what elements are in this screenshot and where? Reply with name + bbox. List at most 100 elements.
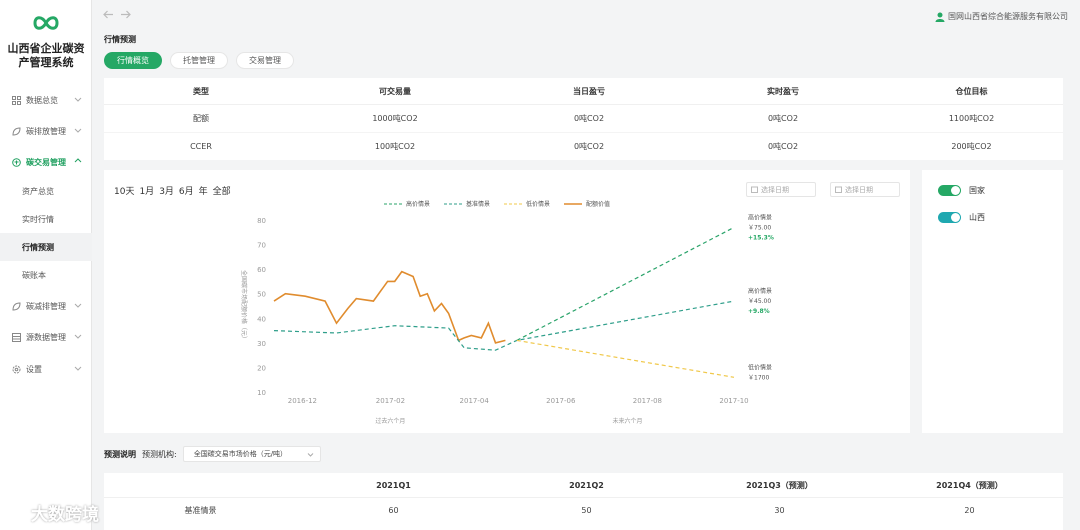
y-tick-label: 10	[257, 389, 266, 397]
sidebar-item-label: 碳减排管理	[26, 301, 66, 311]
table-cell: 0吨CO2	[767, 141, 799, 151]
annotation-price: ￥45.00	[748, 298, 771, 305]
table-header: 类型 可交易量 当日盈亏 实时盈亏 仓位目标	[104, 78, 1063, 105]
annotation-change: +15.3%	[748, 234, 774, 241]
column-header: 实时盈亏	[767, 86, 799, 96]
x-tick-label: 2016-12	[288, 397, 317, 405]
sidebar-item-trading[interactable]: 碳交易管理	[0, 148, 92, 176]
x-tick-label: 2017-02	[376, 397, 405, 405]
annotation-price: ￥75.00	[748, 224, 771, 231]
tab-custody[interactable]: 托管管理	[170, 52, 228, 69]
sidebar-subitem-ledger[interactable]: 碳账本	[0, 261, 92, 289]
toggle-switch[interactable]	[938, 212, 961, 223]
chevron-down-icon	[74, 128, 82, 133]
column-header: 2021Q2	[569, 480, 604, 490]
y-tick-label: 70	[257, 242, 266, 250]
table-header: 2021Q1 2021Q2 2021Q3（预测） 2021Q4（预测）	[104, 473, 1063, 498]
table-row: 基准情景 60 50 30 20	[104, 498, 1063, 523]
sidebar-item-source-data[interactable]: 源数据管理	[0, 323, 92, 351]
user-icon	[935, 12, 945, 22]
sidebar-subitem-label: 碳账本	[22, 270, 46, 280]
table-cell: 基准情景	[184, 506, 217, 515]
region-toggle-card: 国家 山西	[922, 170, 1063, 433]
series-line	[516, 339, 735, 378]
summary-table: 类型 可交易量 当日盈亏 实时盈亏 仓位目标 配额 1000吨CO2 0吨CO2…	[104, 78, 1063, 160]
y-axis-label: 全国碳市场配额价格（元）	[240, 270, 248, 342]
table-cell: 100吨CO2	[374, 141, 416, 151]
sidebar: 山西省企业碳资 产管理系统 数据总览 碳排放管理 碳交易管理 资产总览 实时行情…	[0, 0, 92, 530]
watermark-logo-icon	[6, 505, 28, 520]
column-header: 可交易量	[379, 86, 411, 96]
gear-icon	[11, 364, 21, 374]
table-cell: 20	[964, 506, 975, 515]
toggle-switch[interactable]	[938, 185, 961, 196]
column-header: 2021Q4（预测）	[936, 480, 1003, 490]
org-select-value: 全国碳交易市场价格（元/吨）	[193, 450, 288, 458]
table-cell: 0吨CO2	[573, 114, 605, 123]
sidebar-subitem-realtime[interactable]: 实时行情	[0, 205, 92, 233]
y-tick-label: 80	[257, 217, 266, 225]
org-select[interactable]: 全国碳交易市场价格（元/吨）	[182, 446, 321, 462]
chevron-down-icon	[74, 366, 82, 371]
table-row: CCER 100吨CO2 0吨CO2 0吨CO2 200吨CO2	[104, 132, 1063, 159]
toggle-shanxi[interactable]: 山西	[938, 212, 985, 223]
x-tick-label: 2017-10	[719, 397, 748, 405]
y-tick-label: 50	[257, 291, 266, 299]
user-name: 国网山西省综合能源服务有限公司	[948, 12, 1068, 21]
sidebar-item-label: 碳排放管理	[26, 126, 66, 136]
watermark: 大数跨境	[6, 500, 99, 525]
series-line	[273, 300, 735, 351]
table-cell: 0吨CO2	[767, 114, 799, 123]
app-title: 山西省企业碳资 产管理系统	[0, 42, 92, 70]
column-header: 2021Q1	[376, 480, 411, 490]
sidebar-subitem-forecast[interactable]: 行情预测	[0, 233, 92, 261]
annotation-title: 低价情景	[748, 363, 772, 371]
org-label: 预测机构:	[142, 449, 177, 459]
sidebar-item-label: 数据总览	[26, 95, 58, 105]
annotation-price: ￥1700	[748, 374, 769, 381]
y-tick-label: 20	[257, 364, 266, 372]
toggle-label: 山西	[969, 213, 985, 222]
sidebar-subitem-assets[interactable]: 资产总览	[0, 177, 92, 205]
sidebar-item-label: 碳交易管理	[26, 157, 66, 167]
y-tick-label: 30	[257, 340, 266, 348]
sidebar-item-reduction[interactable]: 碳减排管理	[0, 292, 92, 320]
chevron-down-icon	[74, 97, 82, 102]
table-cell: 0吨CO2	[573, 141, 605, 151]
grid-icon	[11, 95, 21, 105]
series-line	[273, 270, 506, 344]
tab-bar: 行情概览 托管管理 交易管理	[104, 52, 294, 69]
app-title-line2: 产管理系统	[18, 56, 74, 69]
logo-icon	[33, 16, 59, 30]
chevron-down-icon	[74, 334, 82, 339]
table-cell: 配额	[193, 114, 209, 123]
chevron-down-icon	[74, 303, 82, 308]
toggle-label: 国家	[969, 186, 985, 195]
column-header: 当日盈亏	[573, 86, 605, 96]
column-header: 2021Q3（预测）	[746, 480, 813, 490]
tab-overview[interactable]: 行情概览	[104, 52, 162, 69]
table-cell: CCER	[190, 141, 212, 151]
forward-arrow-icon[interactable]	[120, 10, 131, 19]
tab-trade[interactable]: 交易管理	[236, 52, 294, 69]
exchange-icon	[11, 157, 21, 167]
page-title: 行情预测	[104, 35, 136, 44]
table-cell: 200吨CO2	[951, 141, 992, 151]
forecast-chart-card: 10天 1月 3月 6月 年 全部 选择日期 选择日期 高价情景 基准情景 低价…	[104, 170, 910, 433]
user-info[interactable]: 国网山西省综合能源服务有限公司	[935, 11, 1068, 22]
table-cell: 1100吨CO2	[948, 114, 995, 123]
column-header: 仓位目标	[955, 86, 988, 96]
app-title-line1: 山西省企业碳资	[7, 42, 85, 55]
column-header: 类型	[193, 86, 209, 96]
table-row: 配额 1000吨CO2 0吨CO2 0吨CO2 1100吨CO2	[104, 105, 1063, 132]
history-nav	[103, 10, 131, 19]
sidebar-item-label: 设置	[26, 364, 42, 374]
sidebar-item-emission[interactable]: 碳排放管理	[0, 117, 92, 145]
sidebar-item-overview[interactable]: 数据总览	[0, 86, 92, 114]
sidebar-item-settings[interactable]: 设置	[0, 355, 92, 383]
y-tick-label: 60	[257, 266, 266, 274]
database-icon	[11, 332, 21, 342]
back-arrow-icon[interactable]	[103, 10, 114, 19]
annotation-change: +9.8%	[748, 308, 770, 315]
toggle-national[interactable]: 国家	[938, 185, 985, 196]
